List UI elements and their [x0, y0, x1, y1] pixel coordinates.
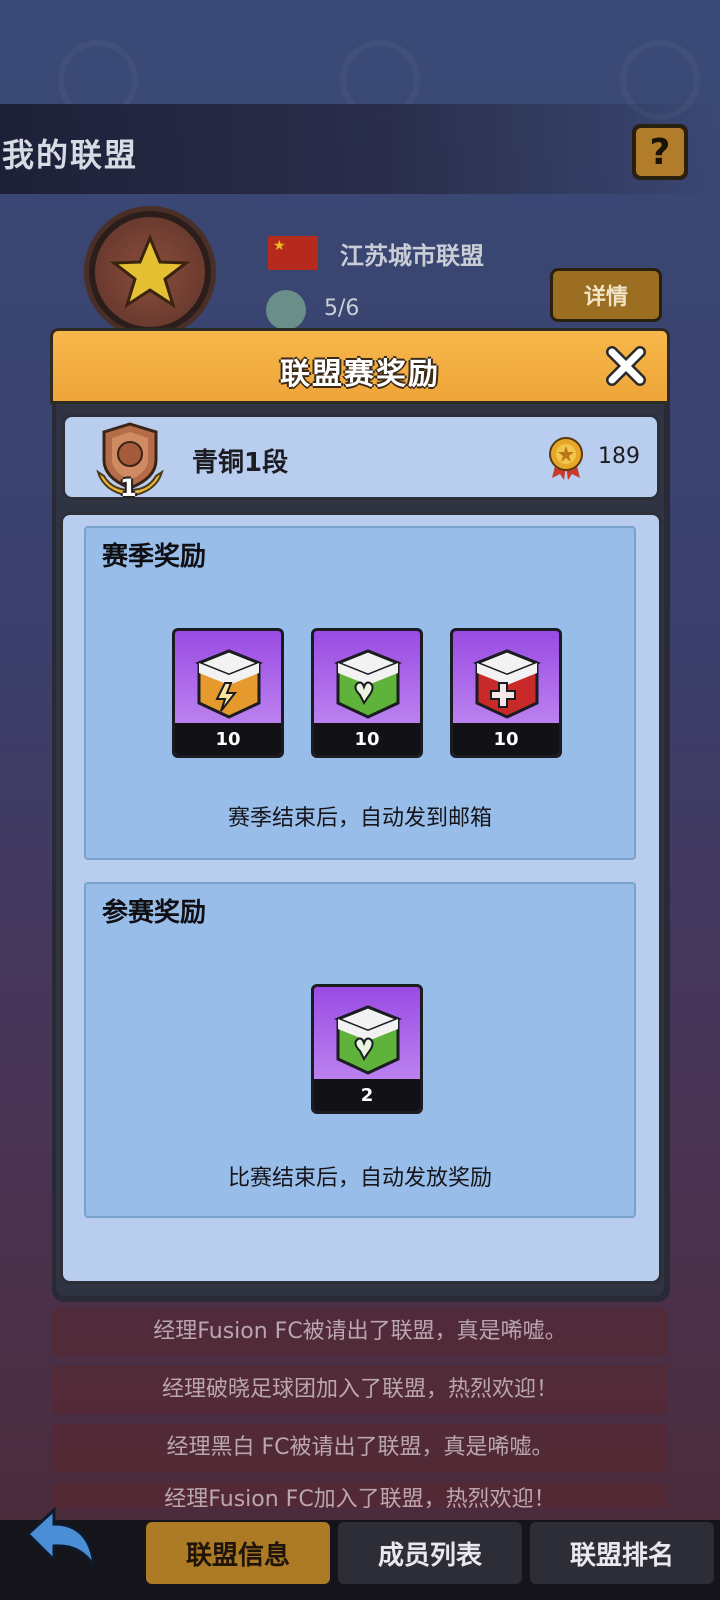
rank-name: 青铜1段 — [192, 448, 289, 478]
help-button[interactable]: ? — [632, 124, 688, 180]
page-title: 我的联盟 — [2, 136, 139, 174]
question-icon: ? — [636, 128, 684, 176]
reward-count: 10 — [453, 723, 559, 755]
tab-member-list[interactable]: 成员列表 — [338, 1522, 522, 1584]
members-icon — [266, 290, 306, 330]
league-emblem — [84, 206, 216, 338]
points-value: 189 — [598, 444, 640, 469]
orange-energy-box-icon — [194, 649, 264, 719]
back-button[interactable] — [24, 1504, 100, 1574]
feed-item: 经理黑白 FC被请出了联盟，真是唏嘘。 — [52, 1424, 668, 1472]
participation-rewards-section: 参赛奖励 2 比赛结束后，自动发放奖励 — [84, 882, 636, 1218]
bronze-rank-badge-icon: 1 — [90, 420, 170, 502]
feed-item: 经理Fusion FC被请出了联盟，真是唏嘘。 — [52, 1308, 668, 1356]
reward-count: 10 — [175, 723, 281, 755]
feed-item: 经理Fusion FC加入了联盟，热烈欢迎！ — [52, 1482, 668, 1508]
close-icon — [606, 346, 646, 386]
reward-count: 10 — [314, 723, 420, 755]
green-heart-box-icon — [333, 1005, 403, 1075]
reward-item[interactable]: 10 — [172, 628, 284, 758]
detail-button[interactable]: 详情 — [550, 268, 662, 322]
back-arrow-icon — [25, 1506, 96, 1567]
rank-level-number: 1 — [120, 474, 137, 502]
modal-header: 联盟赛奖励 — [50, 328, 670, 404]
section-title: 赛季奖励 — [102, 542, 207, 572]
tab-league-info[interactable]: 联盟信息 — [146, 1522, 330, 1584]
feed-item: 经理破晓足球团加入了联盟，热烈欢迎！ — [52, 1366, 668, 1414]
season-rewards-section: 赛季奖励 10 10 10 赛季结束后，自动发到邮箱 — [84, 526, 636, 860]
star-icon — [95, 217, 205, 327]
members-count: 5/6 — [324, 296, 360, 321]
green-heart-box-icon — [333, 649, 403, 719]
league-name: 江苏城市联盟 — [340, 242, 484, 270]
tab-league-ranking[interactable]: 联盟排名 — [530, 1522, 714, 1584]
participation-rewards-note: 比赛结束后，自动发放奖励 — [227, 1166, 492, 1191]
red-plus-box-icon — [472, 649, 542, 719]
season-rewards-note: 赛季结束后，自动发到邮箱 — [227, 806, 492, 831]
reward-item[interactable]: 10 — [450, 628, 562, 758]
section-title: 参赛奖励 — [102, 898, 207, 928]
close-button[interactable] — [604, 344, 648, 388]
modal-title: 联盟赛奖励 — [280, 357, 440, 392]
china-flag-icon: ★ — [268, 236, 318, 270]
reward-item[interactable]: 10 — [311, 628, 423, 758]
reward-item[interactable]: 2 — [311, 984, 423, 1114]
medal-icon — [546, 436, 586, 480]
reward-count: 2 — [314, 1079, 420, 1111]
